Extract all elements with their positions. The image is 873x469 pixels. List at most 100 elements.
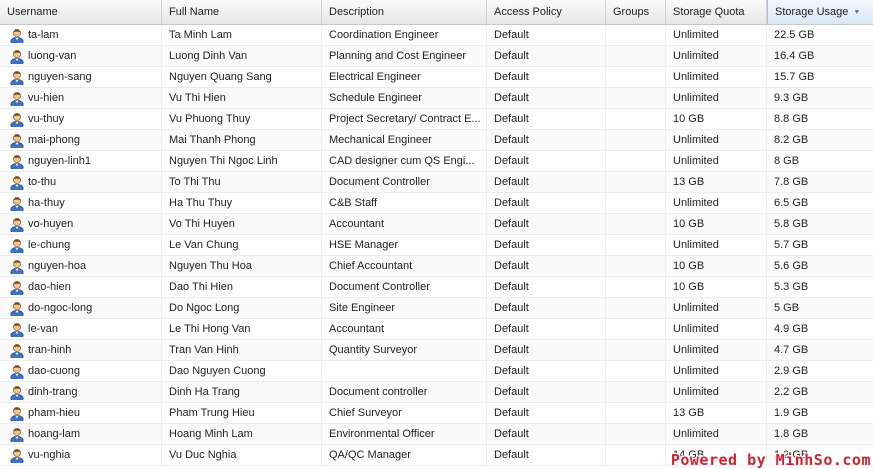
cell-storage-quota-text: Unlimited [673,92,719,104]
cell-storage-quota-text: Unlimited [673,50,719,62]
cell-access-policy-text: Default [494,344,529,356]
cell-storage-usage: 5.7 GB [767,235,873,255]
table-row[interactable]: vu-hien Vu Thi Hien Schedule Engineer Defau… [0,88,873,109]
table-row[interactable]: mai-phong Mai Thanh Phong Mechanical Engin… [0,130,873,151]
cell-access-policy: Default [487,340,606,360]
cell-storage-usage: 16.4 GB [767,46,873,66]
cell-access-policy: Default [487,214,606,234]
column-header-storage-quota[interactable]: Storage Quota [666,0,767,24]
cell-description-text: Site Engineer [329,302,396,314]
column-header-label: Full Name [169,6,220,18]
table-row[interactable]: dao-cuong Dao Nguyen Cuong Default Unlimite… [0,361,873,382]
cell-access-policy: Default [487,361,606,381]
column-header-description[interactable]: Description [322,0,487,24]
table-row[interactable]: le-chung Le Van Chung HSE Manager Default Un… [0,235,873,256]
cell-access-policy: Default [487,172,606,192]
cell-storage-usage-text: 15.7 GB [774,71,815,83]
cell-username: nguyen-sang [0,67,162,87]
cell-storage-quota: 10 GB [666,109,767,129]
cell-username: ta-lam [0,25,162,45]
column-header-groups[interactable]: Groups [606,0,666,24]
cell-groups [606,445,666,465]
cell-groups [606,193,666,213]
cell-full-name: Le Van Chung [162,235,322,255]
cell-storage-quota-text: Unlimited [673,155,719,167]
cell-username-text: ha-thuy [28,197,65,209]
table-row[interactable]: do-ngoc-long Do Ngoc Long Site Engineer Def… [0,298,873,319]
cell-storage-usage: 8.2 GB [767,130,873,150]
column-header-label: Description [329,6,385,18]
cell-full-name: Luong Dinh Van [162,46,322,66]
cell-access-policy: Default [487,319,606,339]
cell-storage-quota-text: Unlimited [673,365,719,377]
column-header-storage-usage[interactable]: Storage Usage ▼ [767,0,873,24]
cell-full-name-text: Hoang Minh Lam [169,428,253,440]
cell-full-name-text: Ta Minh Lam [169,29,232,41]
cell-full-name-text: Dao Nguyen Cuong [169,365,266,377]
cell-storage-quota-text: Unlimited [673,197,719,209]
cell-username-text: nguyen-linh1 [28,155,91,167]
cell-username: vo-huyen [0,214,162,234]
cell-groups [606,424,666,444]
cell-full-name: Le Thi Hong Van [162,319,322,339]
cell-storage-quota: Unlimited [666,361,767,381]
cell-description: Coordination Engineer [322,25,487,45]
cell-username-text: to-thu [28,176,57,188]
cell-storage-usage-text: 5.6 GB [774,260,809,272]
cell-storage-quota-text: 10 GB [673,113,705,125]
cell-description: Document Controller [322,172,487,192]
table-row[interactable]: dinh-trang Dinh Ha Trang Document controll… [0,382,873,403]
table-row[interactable]: luong-van Luong Dinh Van Planning and Cost… [0,46,873,67]
cell-description-text: Accountant [329,218,385,230]
table-row[interactable]: nguyen-linh1 Nguyen Thi Ngoc Linh CAD des… [0,151,873,172]
sort-descending-icon[interactable]: ▼ [853,0,860,24]
table-row[interactable]: dao-hien Dao Thi Hien Document Controller D… [0,277,873,298]
column-header-label: Storage Quota [673,6,745,18]
cell-storage-quota: Unlimited [666,67,767,87]
cell-username-text: dao-hien [28,281,71,293]
cell-storage-usage-text: 1.8 GB [774,428,809,440]
table-row[interactable]: ta-lam Ta Minh Lam Coordination Engineer De… [0,25,873,46]
cell-storage-quota: Unlimited [666,88,767,108]
cell-username: to-thu [0,172,162,192]
cell-access-policy-text: Default [494,302,529,314]
cell-storage-quota-text: Unlimited [673,323,719,335]
user-icon [9,447,25,465]
column-header-full-name[interactable]: Full Name [162,0,322,24]
cell-access-policy: Default [487,424,606,444]
cell-storage-quota-text: Unlimited [673,29,719,41]
table-row[interactable]: nguyen-sang Nguyen Quang Sang Electrical E… [0,67,873,88]
cell-access-policy-text: Default [494,386,529,398]
table-row[interactable]: le-van Le Thi Hong Van Accountant Default Un… [0,319,873,340]
column-header-label: Username [7,6,58,18]
cell-full-name-text: Dao Thi Hien [169,281,233,293]
cell-description: Site Engineer [322,298,487,318]
table-row[interactable]: hoang-lam Hoang Minh Lam Environmental Off… [0,424,873,445]
table-row[interactable]: tran-hinh Tran Van Hinh Quantity Surveyor D… [0,340,873,361]
table-row[interactable]: pham-hieu Pham Trung Hieu Chief Surveyor De… [0,403,873,424]
cell-description [322,361,487,381]
table-row[interactable]: vu-thuy Vu Phuong Thuy Project Secretary/ … [0,109,873,130]
cell-username-text: nguyen-sang [28,71,92,83]
cell-access-policy: Default [487,235,606,255]
cell-username: nguyen-hoa [0,256,162,276]
table-row[interactable]: ha-thuy Ha Thu Thuy C&B Staff Default Unlimi… [0,193,873,214]
cell-username: vu-thuy [0,109,162,129]
table-row[interactable]: to-thu To Thi Thu Document Controller Defau… [0,172,873,193]
table-row[interactable]: vo-huyen Vo Thi Huyen Accountant Default 10 … [0,214,873,235]
cell-storage-quota: Unlimited [666,298,767,318]
cell-full-name-text: Pham Trung Hieu [169,407,255,419]
table-row[interactable]: nguyen-hoa Nguyen Thu Hoa Chief Accountant… [0,256,873,277]
cell-full-name: Nguyen Thi Ngoc Linh [162,151,322,171]
cell-storage-quota-text: Unlimited [673,344,719,356]
cell-full-name-text: Le Van Chung [169,239,239,251]
column-header-username[interactable]: Username [0,0,162,24]
column-header-access-policy[interactable]: Access Policy [487,0,606,24]
cell-description: Document Controller [322,277,487,297]
cell-access-policy: Default [487,277,606,297]
cell-access-policy-text: Default [494,29,529,41]
cell-storage-quota-text: 10 GB [673,281,705,293]
cell-full-name-text: Vu Duc Nghia [169,449,237,461]
cell-full-name: Vu Thi Hien [162,88,322,108]
cell-access-policy: Default [487,256,606,276]
